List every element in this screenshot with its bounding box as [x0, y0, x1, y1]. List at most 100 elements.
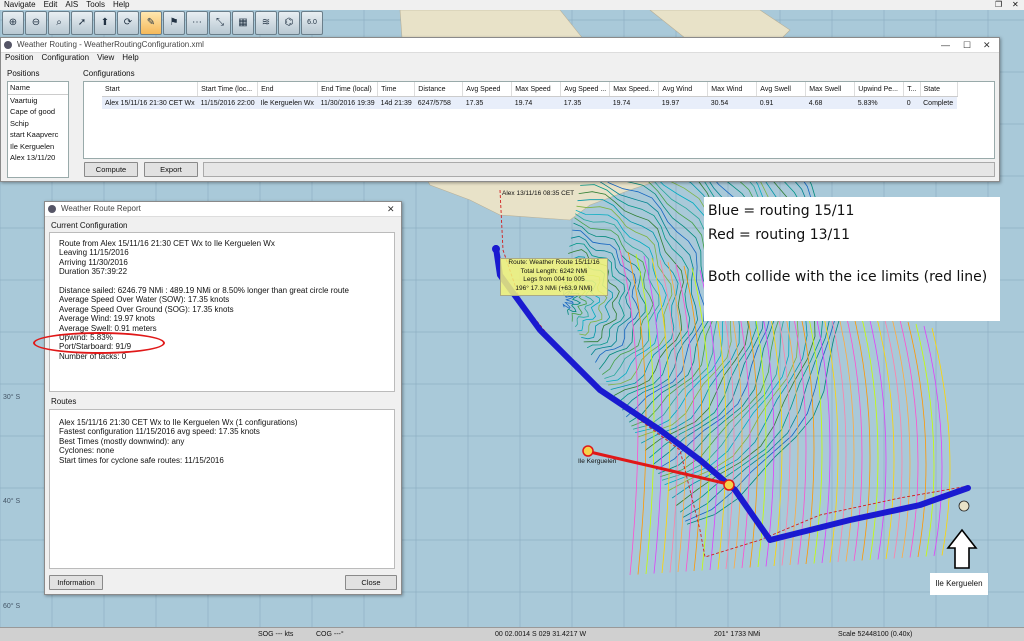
track-icon[interactable]: ⋯	[186, 11, 208, 35]
routing-menubar: Position Configuration View Help	[1, 53, 999, 63]
table-cell: 5.83%	[854, 96, 904, 109]
column-header[interactable]: Start Time (loc...	[197, 82, 259, 97]
menu-navigate[interactable]: Navigate	[4, 0, 36, 10]
position-item[interactable]: Schip	[8, 118, 68, 130]
column-header[interactable]: Start	[102, 82, 199, 97]
column-header[interactable]: Time	[377, 82, 416, 97]
table-cell: 11/30/2016 19:39	[317, 96, 378, 109]
route-tooltip: Route: Weather Route 15/11/16 Total Leng…	[500, 258, 608, 296]
column-header[interactable]: Avg Speed	[462, 82, 513, 97]
kerguelen-island	[958, 500, 970, 512]
menu-position[interactable]: Position	[5, 53, 33, 62]
table-cell: 0	[903, 96, 921, 109]
configurations-group-label: Configurations	[83, 69, 135, 78]
table-header-row: Start Start Time (loc... End End Time (l…	[102, 82, 958, 97]
route-tooltip-line: Route: Weather Route 15/11/16	[508, 259, 600, 266]
report-line: Average Speed Over Ground (SOG): 17.35 k…	[59, 304, 234, 314]
search-icon[interactable]: ⌕	[48, 11, 70, 35]
cog-readout: COG ---°	[316, 631, 344, 638]
menu-tools[interactable]: Tools	[86, 0, 105, 10]
main-toolbar: ⊕ ⊖ ⌕ ➚ ⬆ ⟳ ✎ ⚑ ⋯ ⤡ ▦ ≋ ⌬ 6.0	[0, 11, 330, 37]
compute-button[interactable]: Compute	[84, 162, 138, 177]
table-cell: 6247/5758	[414, 96, 463, 109]
export-button[interactable]: Export	[144, 162, 198, 177]
column-header[interactable]: Max Wind	[707, 82, 758, 97]
grib-icon[interactable]: ⌬	[278, 11, 300, 35]
north-up-icon[interactable]: ⬆	[94, 11, 116, 35]
column-header[interactable]: Max Speed	[511, 82, 562, 97]
column-header[interactable]: Max Speed...	[609, 82, 660, 97]
routes-panel: Alex 15/11/16 21:30 CET Wx to Ile Kergue…	[49, 409, 395, 569]
report-titlebar[interactable]: Weather Route Report ✕	[45, 202, 401, 217]
column-header[interactable]: T...	[903, 82, 921, 97]
maximize-icon[interactable]: ☐	[963, 38, 971, 52]
report-line: Average Speed Over Water (SOW): 17.35 kn…	[59, 295, 230, 305]
configurations-table[interactable]: Start Start Time (loc... End End Time (l…	[102, 82, 958, 109]
route-tooltip-line: Legs from 004 to 005	[523, 276, 585, 283]
column-header[interactable]: Avg Speed ...	[560, 82, 611, 97]
mark-icon[interactable]: ⚑	[163, 11, 185, 35]
lat-label-40: 40° S	[3, 498, 21, 505]
close-icon[interactable]: ✕	[1012, 0, 1019, 10]
route-icon[interactable]: ✎	[140, 11, 162, 35]
routes-line: Alex 15/11/16 21:30 CET Wx to Ile Kergue…	[59, 418, 298, 427]
app-icon	[4, 41, 12, 49]
report-line: Route from Alex 15/11/16 21:30 CET Wx to…	[59, 239, 275, 248]
menu-help[interactable]: Help	[122, 53, 138, 62]
table-cell: 4.68	[805, 96, 855, 109]
column-header[interactable]: End Time (local)	[317, 82, 379, 97]
course-up-icon[interactable]: ⟳	[117, 11, 139, 35]
red-route-end-label: Ile Kerguelen	[578, 458, 617, 465]
red-route-start-marker	[582, 445, 594, 457]
position-item[interactable]: Cape of good	[8, 106, 68, 118]
nav-arrow-icon[interactable]: ➚	[71, 11, 93, 35]
column-header[interactable]: End	[257, 82, 319, 97]
close-icon[interactable]: ✕	[387, 202, 395, 216]
current-configuration-panel: Route from Alex 15/11/16 21:30 CET Wx to…	[49, 232, 395, 392]
routes-line: Start times for cyclone safe routes: 11/…	[59, 455, 224, 465]
close-button[interactable]: Close	[345, 575, 397, 590]
table-row[interactable]: Alex 15/11/16 21:30 CET Wx 11/15/2016 22…	[102, 96, 958, 109]
column-header[interactable]: Avg Wind	[658, 82, 709, 97]
app-icon	[48, 205, 56, 213]
minimize-icon[interactable]: —	[941, 38, 950, 52]
report-line: Duration 357:39:22	[59, 267, 128, 277]
menu-ais[interactable]: AIS	[65, 0, 78, 10]
menu-help[interactable]: Help	[113, 0, 129, 10]
column-header[interactable]: State	[920, 82, 958, 97]
close-icon[interactable]: ✕	[983, 38, 991, 52]
legend-note: Both collide with the ice limits (red li…	[708, 269, 988, 285]
zoom-level-readout: 6.0	[301, 11, 323, 35]
zoom-out-icon[interactable]: ⊖	[25, 11, 47, 35]
legend-red: Red = routing 13/11	[708, 227, 851, 243]
table-cell: Ile Kerguelen Wx	[257, 96, 318, 109]
tide-icon[interactable]: ≋	[255, 11, 277, 35]
column-header[interactable]: Avg Swell	[756, 82, 807, 97]
menu-edit[interactable]: Edit	[44, 0, 58, 10]
routes-label: Routes	[51, 397, 77, 406]
position-item[interactable]: Alex 13/11/20	[8, 152, 68, 164]
position-item[interactable]: Vaartuig	[8, 95, 68, 107]
measure-icon[interactable]: ⤡	[209, 11, 231, 35]
kerguelen-label: Ile Kerguelen	[930, 573, 988, 595]
menu-view[interactable]: View	[97, 53, 114, 62]
table-cell: 14d 21:39	[377, 96, 415, 109]
position-item[interactable]: start Kaapverc	[8, 129, 68, 141]
information-button[interactable]: Information	[49, 575, 103, 590]
routes-line: Fastest configuration 11/15/2016 avg spe…	[59, 427, 260, 437]
menu-configuration[interactable]: Configuration	[41, 53, 89, 62]
positions-group-label: Positions	[7, 69, 40, 78]
positions-list-header[interactable]: Name	[8, 82, 68, 95]
column-header[interactable]: Distance	[414, 82, 464, 97]
column-header[interactable]: Upwind Pe...	[854, 82, 905, 97]
zoom-in-icon[interactable]: ⊕	[2, 11, 24, 35]
annotation-legend: Blue = routing 15/11 Red = routing 13/11…	[704, 197, 1000, 321]
routing-titlebar[interactable]: Weather Routing - WeatherRoutingConfigur…	[1, 38, 999, 53]
column-header[interactable]: Max Swell	[805, 82, 856, 97]
table-cell: 30.54	[707, 96, 757, 109]
layers-icon[interactable]: ▦	[232, 11, 254, 35]
restore-icon[interactable]: ❐	[995, 0, 1002, 10]
positions-list[interactable]: Name Vaartuig Cape of good Schip start K…	[7, 81, 69, 178]
position-item[interactable]: Ile Kerguelen	[8, 141, 68, 153]
route-report-window: Weather Route Report ✕ Current Configura…	[33, 201, 402, 595]
